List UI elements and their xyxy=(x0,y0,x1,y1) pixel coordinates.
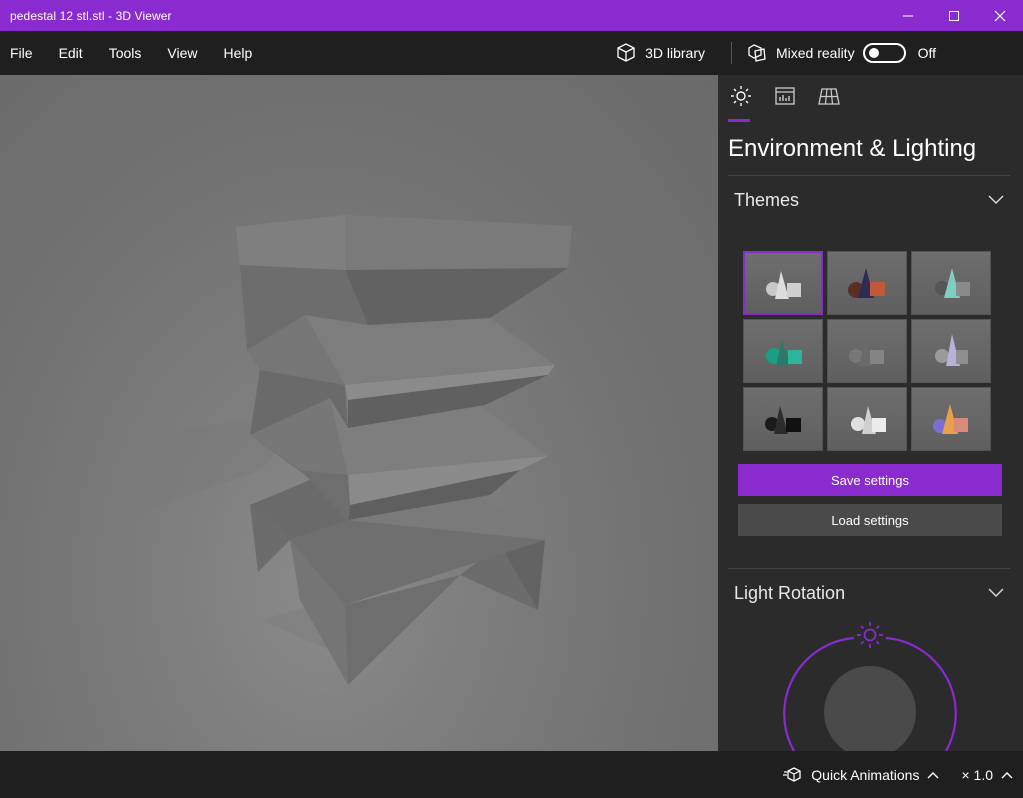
status-bar: Quick Animations × 1.0 xyxy=(0,751,1023,798)
themes-label: Themes xyxy=(734,189,800,210)
3d-viewport[interactable] xyxy=(0,75,718,751)
title-bar: pedestal 12 stl.stl - 3D Viewer xyxy=(0,0,1023,31)
panel-tabs xyxy=(728,85,860,122)
theme-thumbnail[interactable] xyxy=(911,319,991,383)
mixed-reality-label: Mixed reality xyxy=(775,45,855,61)
animation-icon xyxy=(783,766,801,782)
minimize-icon xyxy=(903,15,913,16)
chevron-up-icon xyxy=(927,771,939,778)
divider xyxy=(728,568,1010,569)
theme-thumbnail[interactable] xyxy=(827,319,907,383)
maximize-button[interactable] xyxy=(931,0,977,31)
sun-icon xyxy=(731,86,751,106)
menu-separator xyxy=(730,42,732,64)
chevron-down-icon xyxy=(988,588,1004,597)
grid-icon xyxy=(818,88,840,105)
panel-title: Environment & Lighting xyxy=(728,135,977,162)
mixed-reality-state: Off xyxy=(917,45,936,61)
light-rotation-dial[interactable] xyxy=(778,615,962,751)
light-sun-icon[interactable] xyxy=(857,622,883,648)
close-button[interactable] xyxy=(977,0,1023,31)
tab-environment[interactable] xyxy=(728,85,772,122)
mixed-reality-icon xyxy=(748,44,766,62)
theme-thumbnail[interactable] xyxy=(827,251,907,315)
toggle-knob xyxy=(868,48,879,58)
window-title: pedestal 12 stl.stl - 3D Viewer xyxy=(10,8,172,23)
theme-thumbnail[interactable] xyxy=(743,319,823,383)
theme-thumbnail[interactable] xyxy=(911,251,991,315)
quick-animations-label: Quick Animations xyxy=(811,766,920,783)
animation-speed-label: × 1.0 xyxy=(961,766,993,783)
tab-stats[interactable] xyxy=(772,85,816,119)
light-rotation-label: Light Rotation xyxy=(734,582,846,603)
close-icon xyxy=(994,10,1006,21)
mixed-reality-button[interactable]: Mixed reality xyxy=(746,31,855,75)
chevron-up-icon xyxy=(1001,771,1013,778)
menu-bar: File Edit Tools View Help 3D library Mix… xyxy=(0,31,1023,75)
theme-thumbnail[interactable] xyxy=(911,387,991,451)
theme-thumbnail[interactable] xyxy=(827,387,907,451)
load-settings-button[interactable]: Load settings xyxy=(738,504,1002,536)
maximize-icon xyxy=(949,10,959,21)
save-settings-button[interactable]: Save settings xyxy=(738,464,1002,496)
theme-thumbnail[interactable] xyxy=(743,251,823,315)
pedestal-model xyxy=(120,215,572,685)
tab-grid[interactable] xyxy=(816,85,860,119)
light-preview-sphere xyxy=(824,666,916,751)
cube-icon xyxy=(617,43,635,62)
menu-file[interactable]: File xyxy=(0,31,43,75)
minimize-button[interactable] xyxy=(885,0,931,31)
3d-library-label: 3D library xyxy=(645,45,705,61)
3d-library-button[interactable]: 3D library xyxy=(615,31,705,75)
themes-grid xyxy=(743,251,991,451)
chevron-down-icon xyxy=(988,195,1004,204)
menu-view[interactable]: View xyxy=(151,31,207,75)
theme-thumbnail[interactable] xyxy=(743,387,823,451)
themes-header[interactable]: Themes xyxy=(734,185,1004,215)
quick-animations-button[interactable]: Quick Animations xyxy=(783,766,939,784)
mixed-reality-toggle[interactable] xyxy=(862,43,906,63)
animation-speed-button[interactable]: × 1.0 xyxy=(961,767,1013,783)
light-rotation-header[interactable]: Light Rotation xyxy=(734,578,1004,608)
menu-tools[interactable]: Tools xyxy=(93,31,152,75)
menu-help[interactable]: Help xyxy=(207,31,262,75)
divider xyxy=(728,175,1010,176)
environment-panel: Environment & Lighting Themes Save setti… xyxy=(718,75,1023,751)
menu-edit[interactable]: Edit xyxy=(43,31,93,75)
chart-icon xyxy=(775,87,795,105)
